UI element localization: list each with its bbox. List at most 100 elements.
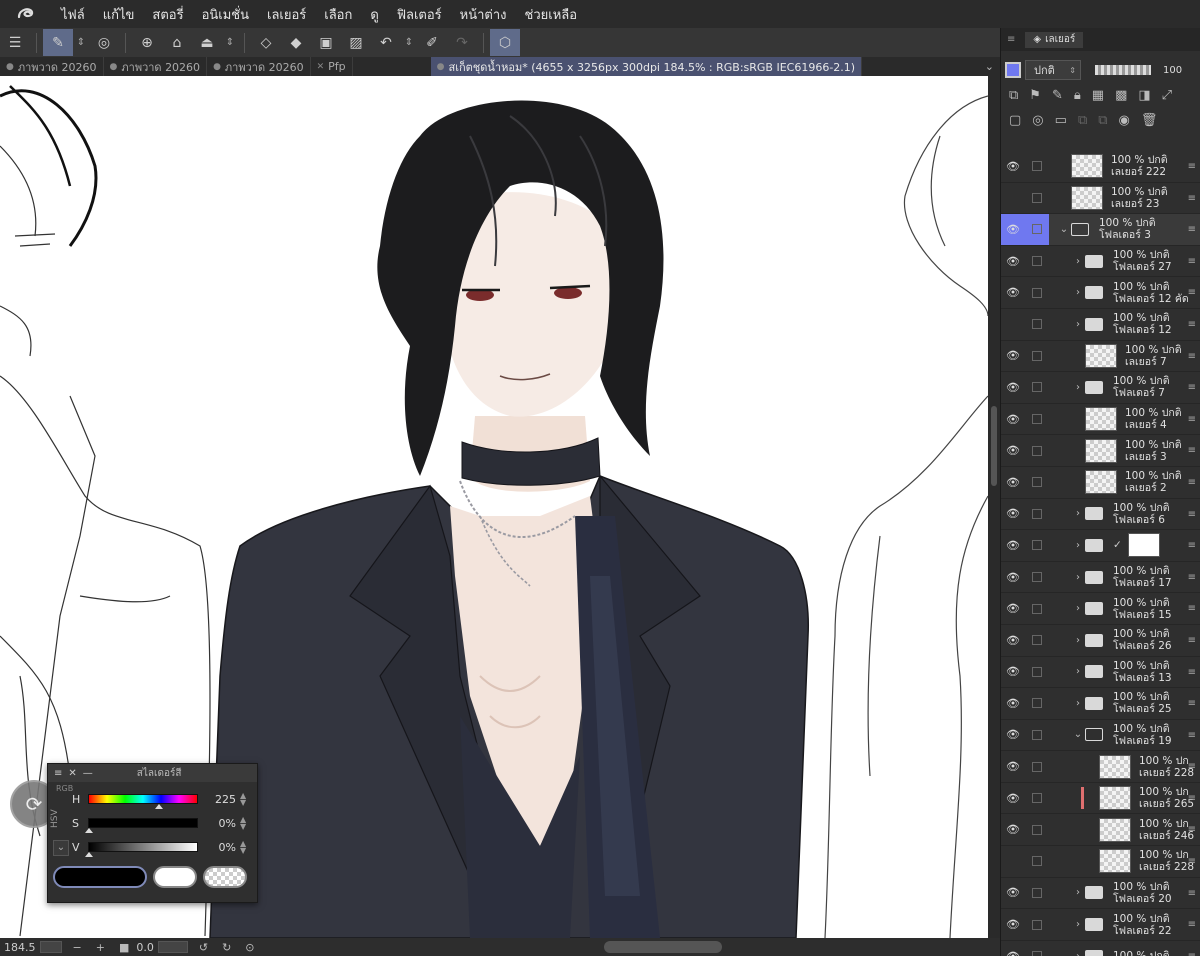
visibility-eye-icon[interactable]: 👁︎	[1001, 688, 1025, 719]
layer-lock-toggle[interactable]	[1025, 909, 1049, 940]
layer-menu-icon[interactable]: ≡	[1188, 667, 1196, 678]
visibility-eye-icon[interactable]: 👁︎	[1001, 751, 1025, 782]
layer-folder-row[interactable]: 👁︎ ⌄ 100 % ปกติ โฟลเดอร์ 19 ≡	[1001, 720, 1200, 752]
layer-folder-row[interactable]: 👁︎ › 100 % ปกติ โฟลเดอร์ 20 ≡	[1001, 878, 1200, 910]
redo-icon[interactable]: ↷	[447, 29, 477, 56]
menu-window[interactable]: หน้าต่าง	[451, 4, 516, 25]
menu-file[interactable]: ไฟล์	[52, 4, 94, 25]
visibility-eye-icon[interactable]: 👁︎	[1001, 467, 1025, 498]
mode-dropdown-chevron-icon[interactable]: ⌄	[53, 840, 69, 856]
slider-marker[interactable]	[85, 852, 93, 857]
layer-lock-toggle[interactable]	[1025, 498, 1049, 529]
layer-row[interactable]: 👁︎ 100 % ปก เลเยอร์ 265 ≡	[1001, 783, 1200, 815]
chevron-right-icon[interactable]: ›	[1071, 319, 1085, 330]
hamburger-menu-icon[interactable]: ☰	[0, 29, 30, 56]
close-icon[interactable]: ✕	[317, 62, 325, 72]
new-folder-icon[interactable]: ▭	[1055, 113, 1067, 128]
new-raster-layer-icon[interactable]: ▢	[1009, 113, 1021, 128]
layer-row[interactable]: 👁︎ 100 % ปก เลเยอร์ 246 ≡	[1001, 814, 1200, 847]
layer-lock-toggle[interactable]	[1025, 814, 1049, 845]
layer-menu-icon[interactable]: ≡	[1188, 888, 1196, 899]
merge-layer-icon[interactable]: ⧉	[1098, 113, 1107, 128]
open-folder-icon[interactable]: ⌂	[162, 29, 192, 56]
visibility-eye-icon[interactable]: 👁︎	[1001, 530, 1025, 561]
chevron-right-icon[interactable]: ›	[1071, 382, 1085, 393]
layer-folder-row[interactable]: › 100 % ปกติ โฟลเดอร์ 12 ≡	[1001, 309, 1200, 341]
reference-layer-icon[interactable]: ⚑	[1029, 88, 1041, 103]
layer-lock-toggle[interactable]	[1025, 719, 1049, 750]
sub-color-swatch[interactable]	[153, 866, 197, 888]
layer-menu-icon[interactable]: ≡	[1188, 730, 1196, 741]
tab-active-document[interactable]: ● สเก็ตชุดน้ำหอม* (4655 x 3256px 300dpi 1…	[430, 57, 863, 76]
new-vector-layer-icon[interactable]: ◎	[1032, 113, 1043, 128]
layer-row[interactable]: 👁︎ 100 % ปกติ เลเยอร์ 7 ≡	[1001, 341, 1200, 373]
layer-color-chip[interactable]	[1005, 62, 1021, 78]
value-slider[interactable]	[85, 842, 198, 857]
tab-drawing-3[interactable]: ● ภาพวาด 20260	[207, 57, 311, 76]
layer-menu-icon[interactable]: ≡	[1188, 287, 1196, 298]
layer-menu-icon[interactable]: ≡	[1188, 256, 1196, 267]
layer-menu-icon[interactable]: ≡	[1188, 698, 1196, 709]
clip-layer-icon[interactable]: ⧉	[1009, 88, 1018, 103]
transparent-color-swatch[interactable]	[203, 866, 247, 888]
menu-edit[interactable]: แก้ไข	[94, 4, 144, 25]
visibility-eye-icon[interactable]: 👁︎	[1001, 562, 1025, 593]
layer-lock-toggle[interactable]	[1025, 562, 1049, 593]
zoom-value[interactable]: 184.5	[4, 941, 36, 954]
layer-menu-icon[interactable]: ≡	[1188, 161, 1196, 172]
layer-menu-icon[interactable]: ≡	[1188, 540, 1196, 551]
3d-cube-icon[interactable]: ⬡	[490, 29, 520, 56]
menu-story[interactable]: สตอรี่	[143, 4, 192, 25]
chevron-right-icon[interactable]: ›	[1071, 887, 1085, 898]
layer-menu-icon[interactable]: ≡	[1188, 572, 1196, 583]
tool-swirl-icon[interactable]: ◎	[89, 29, 119, 56]
chevron-right-icon[interactable]: ›	[1071, 635, 1085, 646]
layer-lock-toggle[interactable]	[1025, 246, 1049, 277]
layer-row[interactable]: 👁︎ 100 % ปกติ เลเยอร์ 3 ≡	[1001, 435, 1200, 467]
lock-transparency-icon[interactable]: ▦	[1092, 88, 1104, 103]
opacity-slider[interactable]	[1095, 65, 1151, 75]
layer-lock-toggle[interactable]	[1025, 277, 1049, 308]
layer-row[interactable]: 👁︎ › ✓ ≡	[1001, 530, 1200, 562]
rotate-right-icon[interactable]: ↻	[222, 941, 231, 954]
layer-folder-row[interactable]: 👁︎ ⌄ 100 % ปกติ โฟลเดอร์ 3 ≡	[1001, 213, 1200, 246]
image-edit-icon[interactable]: ▨	[341, 29, 371, 56]
layer-folder-row[interactable]: 👁︎ › 100 % ปกติ โฟลเดอร์ 27 ≡	[1001, 246, 1200, 278]
layer-folder-row[interactable]: 👁︎ › 100 % ปกติ โฟลเดอร์ 7 ≡	[1001, 372, 1200, 404]
layer-row[interactable]: 👁︎ 100 % ปก เลเยอร์ 228 ≡	[1001, 751, 1200, 783]
visibility-eye-icon[interactable]	[1001, 309, 1025, 340]
zoom-slider[interactable]	[39, 941, 62, 953]
slider-marker[interactable]	[155, 804, 163, 809]
layer-menu-icon[interactable]: ≡	[1188, 445, 1196, 456]
visibility-eye-icon[interactable]: 👁︎	[1001, 909, 1025, 940]
visibility-eye-icon[interactable]: 👁︎	[1001, 656, 1025, 687]
hue-slider[interactable]	[88, 794, 198, 809]
mask-icon[interactable]: ▩	[1115, 88, 1127, 103]
canvas-horizontal-scrollbar[interactable]	[604, 941, 722, 953]
layer-menu-icon[interactable]: ≡	[1188, 351, 1196, 362]
layer-menu-icon[interactable]: ≡	[1188, 856, 1196, 867]
zoom-out-icon[interactable]: −	[73, 941, 82, 954]
panel-grip-icon[interactable]: ≡	[54, 768, 62, 779]
layer-lock-toggle[interactable]	[1025, 846, 1049, 877]
tool-pen-icon[interactable]: ✎	[43, 29, 73, 56]
rgb-mode-tab[interactable]: RGB	[56, 784, 73, 793]
updown-chevron-icon[interactable]: ▲ ▼	[240, 792, 246, 807]
canvas-vertical-scrollbar[interactable]	[988, 76, 1000, 938]
tab-drawing-2[interactable]: ● ภาพวาด 20260	[104, 57, 208, 76]
save-icon[interactable]: ⏏	[192, 29, 222, 56]
fit-screen-icon[interactable]: ■	[119, 941, 129, 954]
trash-icon[interactable]: 🗑︎	[1141, 113, 1158, 128]
layer-lock-toggle[interactable]	[1025, 372, 1049, 403]
layer-folder-row[interactable]: 👁︎ › 100 % ปกติ โฟลเดอร์ 25 ≡	[1001, 688, 1200, 720]
layer-folder-row[interactable]: 👁︎ › 100 % ปกติ โฟลเดอร์ 13 ≡	[1001, 657, 1200, 689]
layer-lock-toggle[interactable]	[1025, 404, 1049, 435]
layer-folder-row[interactable]: 👁︎ › 100 % ปกติ โฟลเดอร์ 22 ≡	[1001, 909, 1200, 941]
layer-folder-row[interactable]: 👁︎ › 100 % ปกติ โฟลเดอร์ 12 คัด ≡	[1001, 277, 1200, 309]
layer-row[interactable]: 👁︎ 100 % ปกติ เลเยอร์ 222 ≡	[1001, 151, 1200, 183]
visibility-eye-icon[interactable]: 👁︎	[1001, 783, 1025, 814]
menu-select[interactable]: เลือก	[315, 4, 361, 25]
chevron-right-icon[interactable]: ›	[1071, 951, 1085, 956]
blend-mode-select[interactable]: ปกติ ⇕	[1025, 60, 1081, 80]
layer-lock-toggle[interactable]	[1025, 530, 1049, 561]
